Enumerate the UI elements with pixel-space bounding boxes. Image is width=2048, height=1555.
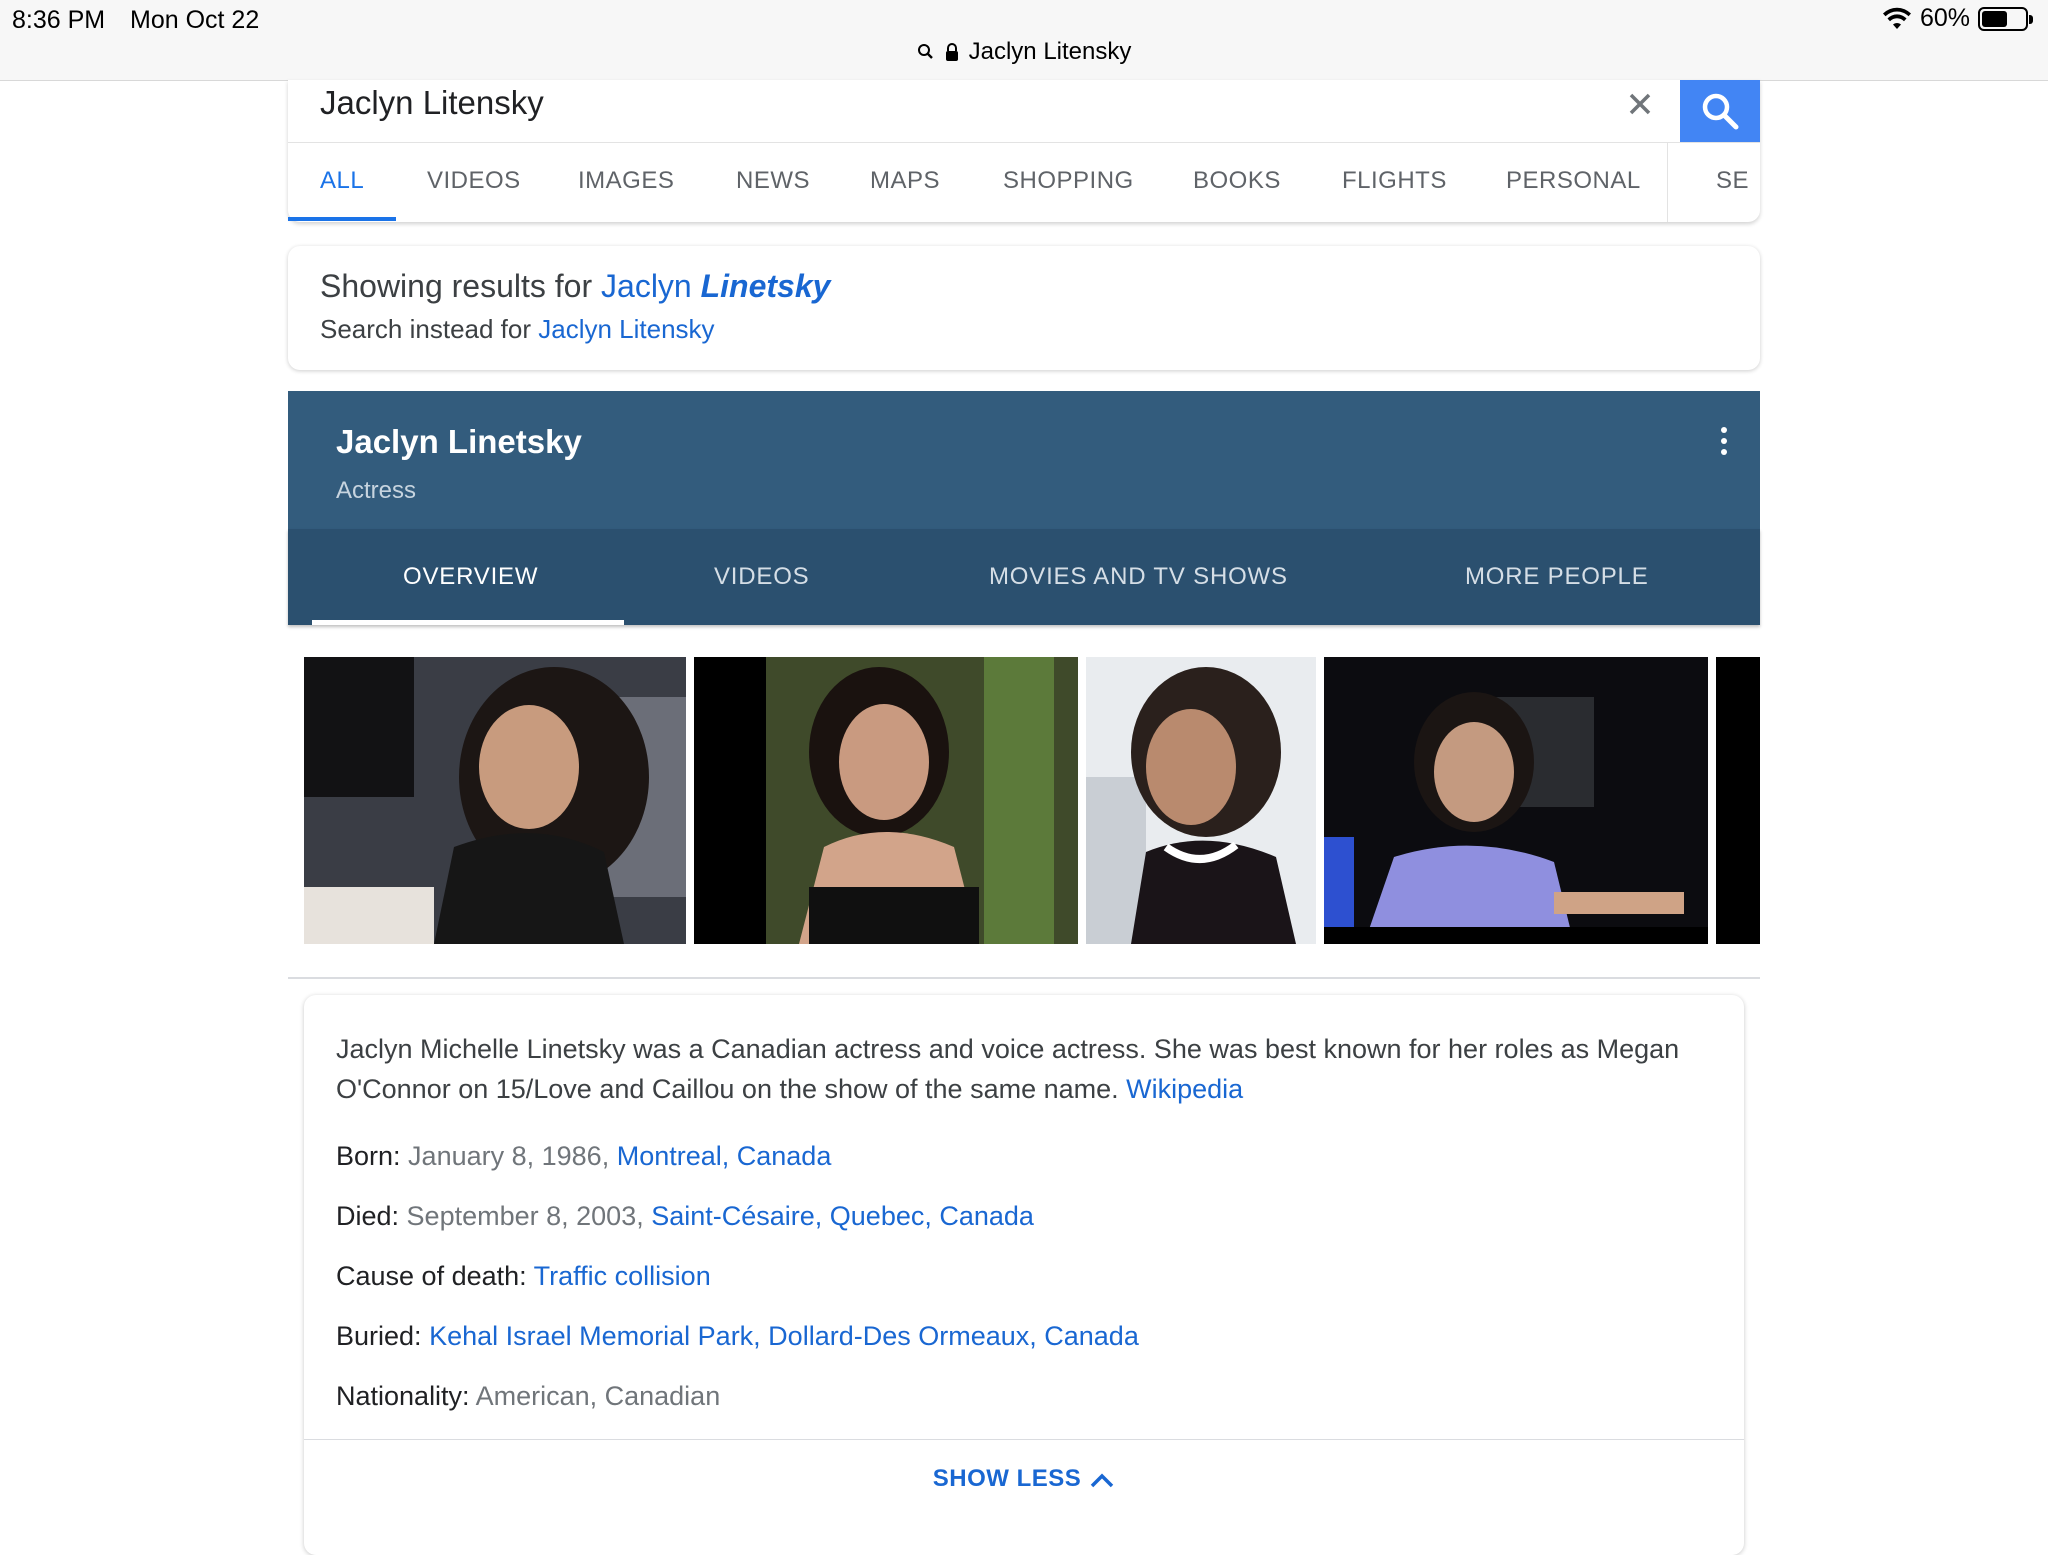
- search-button[interactable]: [1680, 80, 1760, 142]
- image-thumbnail[interactable]: [1086, 657, 1316, 944]
- kp-tab-videos[interactable]: VIDEOS: [714, 529, 810, 625]
- photo-portrait-4: [1324, 657, 1708, 944]
- status-indicators: 60%: [1882, 4, 2033, 33]
- entity-type: Actress: [336, 477, 417, 504]
- status-time: 8:36 PM: [12, 6, 106, 34]
- wifi-icon: [1882, 7, 1911, 29]
- entity-name: Jaclyn Linetsky: [336, 423, 582, 460]
- image-thumbnail[interactable]: [1324, 657, 1708, 944]
- description-card: Jaclyn Michelle Linetsky was a Canadian …: [304, 995, 1744, 1555]
- description-text: Jaclyn Michelle Linetsky was a Canadian …: [336, 1034, 1680, 1104]
- fact-label: Buried:: [336, 1321, 430, 1351]
- photo-portrait-1: [304, 657, 686, 944]
- tab-flights[interactable]: FLIGHTS: [1342, 143, 1447, 222]
- chevron-up-icon: [1091, 1473, 1114, 1487]
- showing-results-line: Showing results for Jaclyn Linetsky: [320, 268, 830, 305]
- search-input[interactable]: Jaclyn Litensky: [320, 84, 544, 122]
- active-tab-indicator: [288, 217, 396, 221]
- original-query-link[interactable]: Jaclyn Litensky: [538, 314, 714, 344]
- entity-description: Jaclyn Michelle Linetsky was a Canadian …: [336, 1029, 1706, 1109]
- corrected-emph: Linetsky: [700, 268, 831, 304]
- fact-value: September 8, 2003,: [406, 1201, 652, 1231]
- fact-label: Born:: [336, 1141, 409, 1171]
- fact-value: American, Canadian: [475, 1381, 721, 1411]
- spelling-correction: Showing results for Jaclyn Linetsky Sear…: [288, 246, 1760, 370]
- show-less-button[interactable]: SHOW LESS: [304, 1465, 1744, 1493]
- divider: [304, 1439, 1744, 1440]
- fact-label: Nationality:: [336, 1381, 476, 1411]
- buried-place-link[interactable]: Kehal Israel Memorial Park, Dollard-Des …: [429, 1321, 1139, 1351]
- tab-news[interactable]: NEWS: [736, 143, 810, 222]
- clear-icon[interactable]: [1618, 82, 1662, 126]
- image-thumbnail[interactable]: [304, 657, 686, 944]
- knowledge-panel-header: Jaclyn Linetsky Actress: [288, 391, 1760, 529]
- battery-level: [1982, 10, 2008, 27]
- tab-all[interactable]: ALL: [320, 143, 364, 222]
- fact-label: Cause of death:: [336, 1261, 534, 1291]
- fact-nationality: Nationality: American, Canadian: [336, 1381, 720, 1412]
- tab-images[interactable]: IMAGES: [578, 143, 674, 222]
- fact-buried: Buried: Kehal Israel Memorial Park, Doll…: [336, 1321, 1139, 1352]
- tab-shopping[interactable]: SHOPPING: [1003, 143, 1134, 222]
- tab-books[interactable]: BOOKS: [1193, 143, 1281, 222]
- kp-active-tab-indicator: [312, 620, 624, 625]
- search-box: Jaclyn Litensky ALL VIDEOS IMAGES NEWS M…: [288, 80, 1760, 222]
- born-place-link[interactable]: Montreal, Canada: [617, 1141, 832, 1171]
- battery-tip: [2029, 14, 2033, 24]
- tab-personal[interactable]: PERSONAL: [1506, 143, 1641, 222]
- lock-icon: [945, 43, 958, 61]
- search-tabs: ALL VIDEOS IMAGES NEWS MAPS SHOPPING BOO…: [288, 143, 1760, 222]
- fact-cause-of-death: Cause of death: Traffic collision: [336, 1261, 711, 1292]
- image-thumbnail[interactable]: [1716, 657, 1760, 944]
- photo-portrait-2: [694, 657, 1078, 944]
- kp-tab-more-people[interactable]: MORE PEOPLE: [1465, 529, 1649, 625]
- divider: [288, 977, 1760, 979]
- photo-partial: [1716, 657, 1760, 944]
- wikipedia-link[interactable]: Wikipedia: [1126, 1074, 1243, 1104]
- fact-value: January 8, 1986,: [408, 1141, 617, 1171]
- status-bar: 8:36 PM Mon Oct 22 60% Jaclyn Litensky: [0, 0, 2048, 81]
- search-icon: [917, 44, 933, 59]
- more-options-icon[interactable]: [1716, 427, 1732, 461]
- address-bar[interactable]: Jaclyn Litensky: [0, 38, 2048, 66]
- battery-percent: 60%: [1919, 4, 1970, 32]
- fact-died: Died: September 8, 2003, Saint-Césaire, …: [336, 1201, 1034, 1232]
- status-date: Mon Oct 22: [130, 6, 260, 34]
- search-icon: [1702, 93, 1739, 130]
- battery-icon: [1978, 6, 2033, 31]
- tab-search-tools[interactable]: SE: [1716, 143, 1749, 222]
- corrected-query-link[interactable]: Jaclyn Linetsky: [601, 268, 830, 304]
- knowledge-panel-tabs: OVERVIEW VIDEOS MOVIES AND TV SHOWS MORE…: [288, 529, 1760, 625]
- cause-link[interactable]: Traffic collision: [534, 1261, 711, 1291]
- tab-maps[interactable]: MAPS: [870, 143, 940, 222]
- tab-separator: [1667, 143, 1668, 222]
- show-less-label: SHOW LESS: [932, 1465, 1082, 1492]
- showing-prefix: Showing results for: [320, 268, 602, 304]
- fact-born: Born: January 8, 1986, Montreal, Canada: [336, 1141, 831, 1172]
- fact-label: Died:: [336, 1201, 407, 1231]
- corrected-first: Jaclyn: [601, 268, 701, 304]
- photo-portrait-3: [1086, 657, 1316, 944]
- died-place-link[interactable]: Saint-Césaire, Quebec, Canada: [651, 1201, 1034, 1231]
- address-text: Jaclyn Litensky: [968, 38, 1132, 65]
- tab-videos[interactable]: VIDEOS: [427, 143, 521, 222]
- kp-tab-movies-tv[interactable]: MOVIES AND TV SHOWS: [989, 529, 1288, 625]
- instead-prefix: Search instead for: [320, 314, 539, 344]
- image-thumbnail[interactable]: [694, 657, 1078, 944]
- search-instead-line: Search instead for Jaclyn Litensky: [320, 314, 715, 345]
- kp-tab-overview[interactable]: OVERVIEW: [403, 529, 538, 625]
